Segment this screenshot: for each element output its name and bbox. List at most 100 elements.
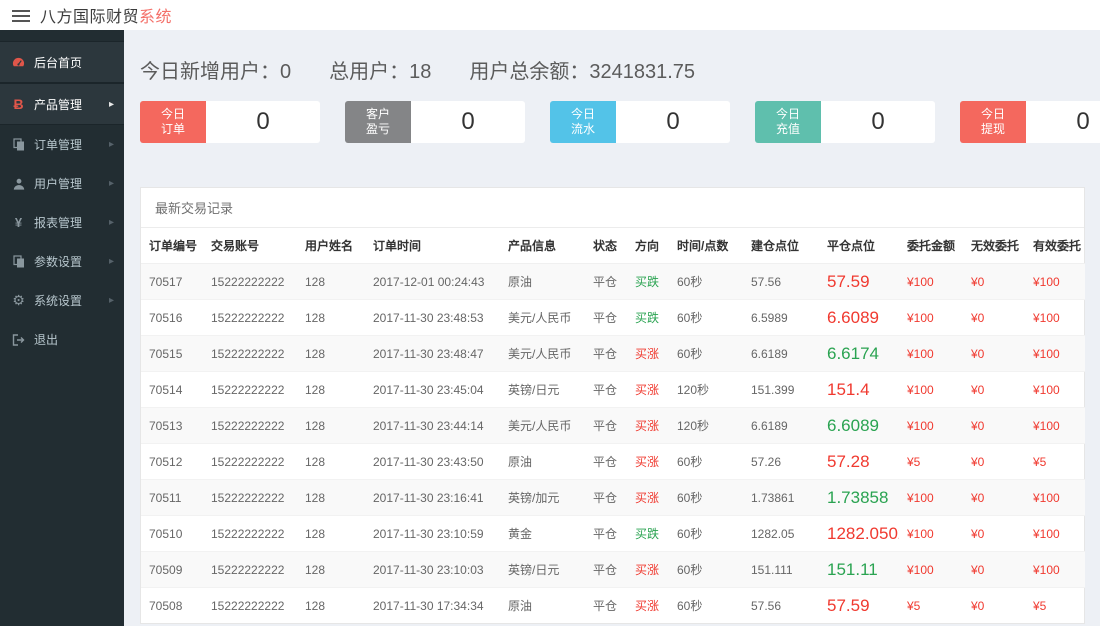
cell-order-time: 2017-11-30 23:44:14	[365, 407, 500, 444]
panel-title: 最新交易记录	[141, 188, 1084, 228]
cell-period: 60秒	[669, 587, 743, 623]
chevron-right-icon: ▸	[108, 256, 114, 267]
cell-order-time: 2017-11-30 23:48:47	[365, 335, 500, 372]
stat-card-withdrawal-today: 今日 提现 0	[960, 101, 1100, 143]
stat-value: 3241831.75	[589, 61, 696, 83]
stat-card-label: 今日 提现	[960, 101, 1026, 143]
cell-entrust-amount: ¥100	[899, 371, 963, 408]
cell-valid-entrust: ¥5	[1025, 443, 1085, 480]
chevron-right-icon: ▸	[108, 217, 114, 228]
cell-status: 平仓	[585, 299, 627, 336]
cell-period: 60秒	[669, 263, 743, 300]
sidebar-item-params[interactable]: 参数设置 ▸	[0, 242, 124, 281]
cell-close-price: 1282.0502	[819, 515, 899, 552]
sidebar-item-home[interactable]: 后台首页	[0, 41, 124, 83]
column-header: 订单编号	[141, 228, 203, 264]
table-row: 70515 15222222222 128 2017-11-30 23:48:47 美元…	[141, 335, 1085, 372]
cell-valid-entrust: ¥100	[1025, 551, 1085, 588]
cell-order-id: 70508	[141, 587, 203, 623]
cell-order-id: 70512	[141, 443, 203, 480]
sidebar-item-products[interactable]: Ƀ 产品管理 ▸	[0, 83, 124, 125]
cell-account: 15222222222	[203, 479, 297, 516]
sidebar-item-label: 订单管理	[34, 138, 83, 152]
table-row: 70510 15222222222 128 2017-11-30 23:10:59 黄金…	[141, 515, 1085, 552]
sidebar-item-label: 参数设置	[34, 255, 83, 269]
cell-account: 15222222222	[203, 551, 297, 588]
cell-order-id: 70513	[141, 407, 203, 444]
cell-open-price: 6.5989	[743, 299, 819, 336]
cell-open-price: 1282.05	[743, 515, 819, 552]
column-header: 有效委托	[1025, 228, 1085, 264]
cell-close-price: 6.6089	[819, 407, 899, 444]
cell-product: 英镑/日元	[500, 371, 585, 408]
table-row: 70509 15222222222 128 2017-11-30 23:10:03 英镑…	[141, 551, 1085, 588]
column-header: 时间/点数	[669, 228, 743, 264]
cell-close-price: 57.28	[819, 443, 899, 480]
table-row: 70516 15222222222 128 2017-11-30 23:48:53 美元…	[141, 299, 1085, 336]
top-navbar: 八方国际财贸系统	[0, 0, 1100, 30]
cell-order-time: 2017-11-30 17:34:34	[365, 587, 500, 623]
cell-product: 原油	[500, 263, 585, 300]
cell-direction: 买涨	[627, 371, 669, 408]
cell-period: 60秒	[669, 551, 743, 588]
stat-value: 18	[409, 61, 432, 83]
sidebar-item-users[interactable]: 用户管理 ▸	[0, 164, 124, 203]
cell-entrust-amount: ¥100	[899, 263, 963, 300]
cell-status: 平仓	[585, 407, 627, 444]
cell-order-time: 2017-11-30 23:43:50	[365, 443, 500, 480]
cell-status: 平仓	[585, 479, 627, 516]
copy-icon	[10, 255, 27, 268]
cell-account: 15222222222	[203, 587, 297, 623]
stat-value: 0	[280, 61, 292, 83]
sidebar-item-logout[interactable]: 退出	[0, 320, 124, 359]
cell-status: 平仓	[585, 551, 627, 588]
stat-label: 总用户：	[329, 61, 410, 83]
cell-invalid-entrust: ¥0	[963, 407, 1025, 444]
cell-close-price: 57.59	[819, 587, 899, 623]
cell-open-price: 151.399	[743, 371, 819, 408]
cell-valid-entrust: ¥100	[1025, 515, 1085, 552]
cell-open-price: 6.6189	[743, 407, 819, 444]
cell-user-name: 128	[297, 587, 365, 623]
chevron-right-icon: ▸	[108, 139, 114, 150]
sidebar: 后台首页 Ƀ 产品管理 ▸ 订单管理 ▸ 用户管理 ▸ ¥ 报表管理 ▸ 参数设置 ▸ ⚙ 系统设置 ▸ 退出	[0, 30, 124, 626]
stat-total-users: 总用户：18	[329, 58, 431, 86]
stat-card-turnover-today: 今日 流水 0	[550, 101, 730, 143]
logout-icon	[10, 333, 27, 346]
cell-account: 15222222222	[203, 335, 297, 372]
trades-panel: 最新交易记录 订单编号 交易账号 用户姓名 订单时间 产品信息 状态 方向 时间/点数 建仓点位…	[140, 187, 1085, 624]
cell-user-name: 128	[297, 335, 365, 372]
column-header: 方向	[627, 228, 669, 264]
cell-open-price: 151.111	[743, 551, 819, 588]
cell-valid-entrust: ¥100	[1025, 263, 1085, 300]
cell-direction: 买涨	[627, 551, 669, 588]
stat-card-value: 0	[411, 101, 525, 143]
stat-card-label: 今日 订单	[140, 101, 206, 143]
column-header: 交易账号	[203, 228, 297, 264]
sidebar-item-orders[interactable]: 订单管理 ▸	[0, 125, 124, 164]
cell-status: 平仓	[585, 371, 627, 408]
cell-invalid-entrust: ¥0	[963, 263, 1025, 300]
cell-invalid-entrust: ¥0	[963, 335, 1025, 372]
app-title-accent: 系统	[139, 9, 173, 26]
cell-period: 120秒	[669, 407, 743, 444]
cell-user-name: 128	[297, 443, 365, 480]
cell-period: 60秒	[669, 335, 743, 372]
cell-open-price: 57.56	[743, 587, 819, 623]
chevron-right-icon: ▸	[108, 98, 114, 110]
cell-product: 美元/人民币	[500, 299, 585, 336]
hamburger-icon[interactable]	[12, 7, 30, 25]
sidebar-item-label: 报表管理	[34, 216, 83, 230]
cell-product: 英镑/日元	[500, 551, 585, 588]
main-content: 今日新增用户：0 总用户：18 用户总余额：3241831.75 今日 订单 0 客户…	[124, 30, 1100, 626]
stat-card-label: 今日 流水	[550, 101, 616, 143]
cell-order-time: 2017-12-01 00:24:43	[365, 263, 500, 300]
cell-invalid-entrust: ¥0	[963, 299, 1025, 336]
stat-card-value: 0	[206, 101, 320, 143]
stat-card-value: 0	[616, 101, 730, 143]
stats-bar: 今日新增用户：0 总用户：18 用户总余额：3241831.75	[140, 58, 1085, 86]
sidebar-item-system[interactable]: ⚙ 系统设置 ▸	[0, 281, 124, 320]
cell-user-name: 128	[297, 371, 365, 408]
stat-card-orders-today: 今日 订单 0	[140, 101, 320, 143]
sidebar-item-reports[interactable]: ¥ 报表管理 ▸	[0, 203, 124, 242]
